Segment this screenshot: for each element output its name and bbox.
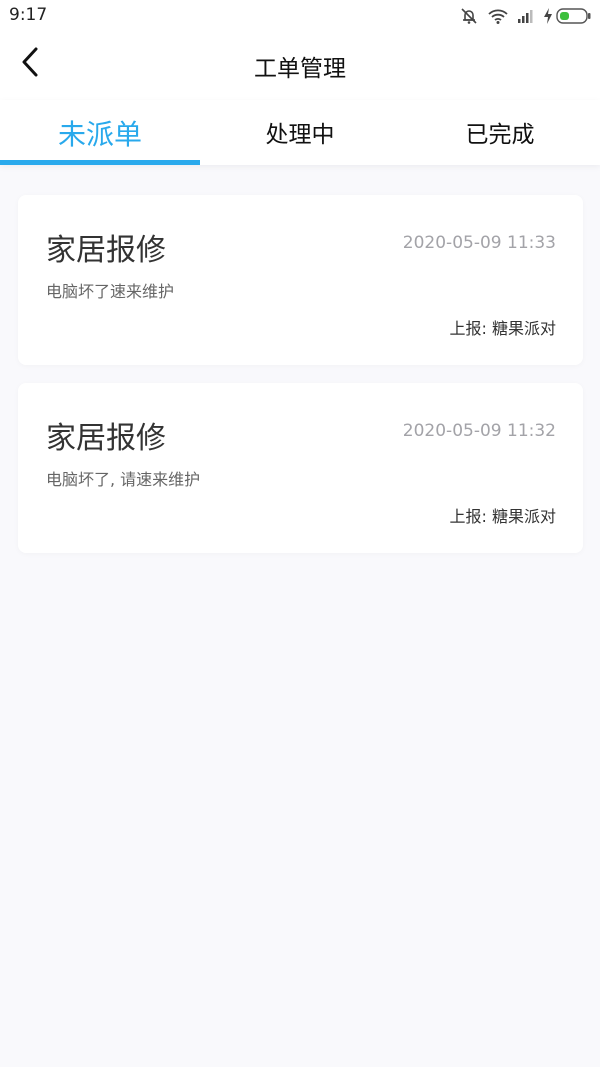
tab-active-indicator — [0, 160, 200, 165]
tab-bar: 未派单 处理中 已完成 — [0, 100, 600, 165]
work-order-card[interactable]: 家居报修 2020-05-09 11:33 电脑坏了速来维护 上报: 糖果派对 — [18, 195, 583, 365]
work-order-list: 家居报修 2020-05-09 11:33 电脑坏了速来维护 上报: 糖果派对 … — [18, 195, 583, 571]
tab-completed[interactable]: 已完成 — [400, 100, 600, 165]
order-time: 2020-05-09 11:33 — [402, 233, 556, 253]
status-icons — [459, 5, 592, 27]
order-description: 电脑坏了速来维护 — [46, 282, 175, 301]
order-description: 电脑坏了, 请速来维护 — [46, 470, 201, 489]
page-title: 工单管理 — [254, 56, 346, 82]
order-time: 2020-05-09 11:32 — [402, 421, 556, 441]
work-order-card[interactable]: 家居报修 2020-05-09 11:32 电脑坏了, 请速来维护 上报: 糖果… — [18, 383, 583, 553]
signal-icon — [517, 8, 537, 24]
order-reporter: 上报: 糖果派对 — [449, 507, 556, 526]
tab-label: 处理中 — [265, 122, 335, 148]
order-title: 家居报修 — [46, 421, 166, 456]
charging-icon — [543, 7, 553, 25]
status-bar: 9:17 — [0, 0, 600, 32]
order-title: 家居报修 — [46, 233, 166, 268]
tab-processing[interactable]: 处理中 — [200, 100, 400, 165]
wifi-icon — [487, 7, 509, 25]
mute-icon — [459, 6, 479, 26]
tab-label: 已完成 — [465, 122, 535, 148]
battery-icon — [556, 7, 592, 25]
tab-label: 未派单 — [57, 118, 142, 151]
order-reporter: 上报: 糖果派对 — [449, 319, 556, 338]
app-header: 工单管理 — [0, 32, 600, 100]
status-time: 9:17 — [9, 5, 48, 25]
tab-unassigned[interactable]: 未派单 — [0, 100, 200, 165]
